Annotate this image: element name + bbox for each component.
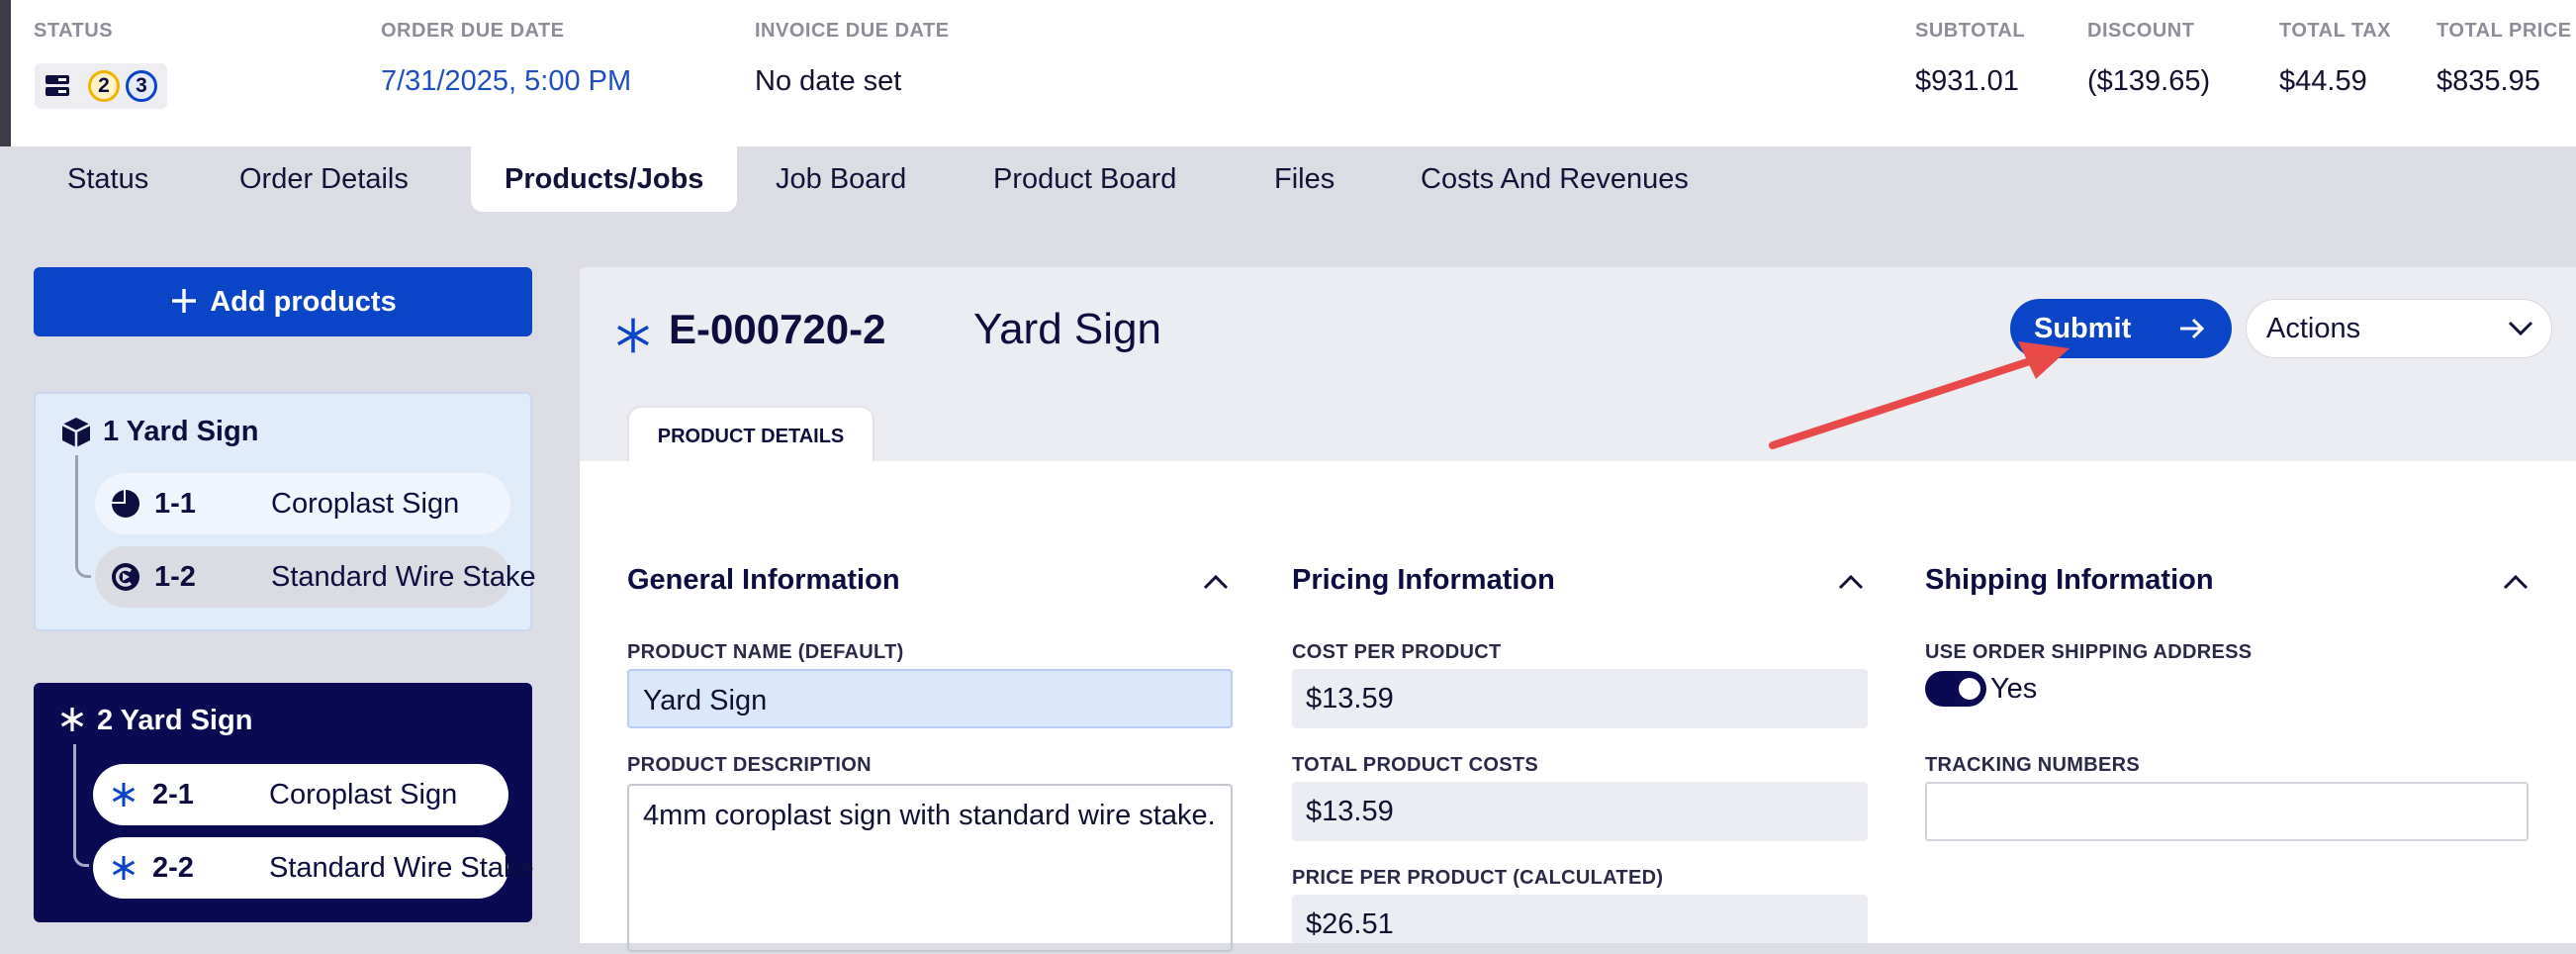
tracking-numbers-label: TRACKING NUMBERS <box>1925 754 2141 776</box>
tab-order-details[interactable]: Order Details <box>206 146 442 212</box>
shipping-information-heading: Shipping Information <box>1925 564 2214 596</box>
total-price-value: $835.95 <box>2437 65 2540 97</box>
price-per-product-field: $26.51 <box>1292 895 1868 943</box>
total-product-costs-label: TOTAL PRODUCT COSTS <box>1292 754 1539 776</box>
product-name: Yard Sign <box>973 305 1161 353</box>
job-number: 2-2 <box>152 852 194 884</box>
product-description-textarea[interactable]: 4mm coroplast sign with standard wire st… <box>627 784 1233 952</box>
tab-job-board[interactable]: Job Board <box>742 146 940 212</box>
toggle-value: Yes <box>1990 673 2038 705</box>
chevron-up-icon[interactable] <box>1838 574 1864 590</box>
status-stack-icon <box>46 75 69 96</box>
arrow-right-icon <box>2180 318 2205 339</box>
status-label: STATUS <box>34 20 114 42</box>
total-tax-value: $44.59 <box>2279 65 2367 97</box>
price-per-product-label: PRICE PER PRODUCT (CALCULATED) <box>1292 867 1664 889</box>
tab-status[interactable]: Status <box>34 146 182 212</box>
tab-product-board[interactable]: Product Board <box>960 146 1210 212</box>
order-summary-header: STATUS 2 3 ORDER DUE DATE 7/31/2025, 5:0… <box>0 0 2576 146</box>
product-detail-panel: E-000720-2 Yard Sign Submit Actions PROD… <box>580 267 2576 952</box>
submit-label: Submit <box>2034 312 2132 344</box>
product-name-label: PRODUCT NAME (DEFAULT) <box>627 641 904 663</box>
circular-arrow-icon <box>112 563 139 591</box>
chevron-up-icon[interactable] <box>1203 574 1229 590</box>
cost-per-product-field: $13.59 <box>1292 669 1868 728</box>
subtotal-value: $931.01 <box>1915 65 2019 97</box>
box-icon <box>61 418 91 447</box>
tab-costs-and-revenues[interactable]: Costs And Revenues <box>1387 146 1722 212</box>
order-due-label: ORDER DUE DATE <box>381 20 565 42</box>
add-products-button[interactable]: Add products <box>34 267 532 336</box>
job-number: 1-1 <box>154 488 196 520</box>
discount-label: DISCOUNT <box>2087 20 2195 42</box>
chevron-up-icon[interactable] <box>2503 574 2529 590</box>
status-indicator[interactable]: 2 3 <box>35 63 167 109</box>
general-information-heading: General Information <box>627 564 900 596</box>
job-name: Standard Wire Stake <box>269 852 534 884</box>
tab-products-jobs[interactable]: Products/Jobs <box>471 146 738 212</box>
submit-button[interactable]: Submit <box>2010 299 2232 358</box>
product-description-label: PRODUCT DESCRIPTION <box>627 754 872 776</box>
actions-dropdown[interactable]: Actions <box>2246 299 2552 358</box>
product-code: E-000720-2 <box>669 306 886 352</box>
invoice-due-label: INVOICE DUE DATE <box>755 20 950 42</box>
asterisk-icon <box>617 318 649 353</box>
job-item-1-2[interactable]: 1-2 Standard Wire Stake <box>95 546 536 608</box>
job-number: 1-2 <box>154 561 196 593</box>
order-due-value[interactable]: 7/31/2025, 5:00 PM <box>381 65 631 98</box>
add-products-label: Add products <box>210 285 397 318</box>
job-item-1-1[interactable]: 1-1 Coroplast Sign <box>95 473 510 534</box>
use-order-shipping-toggle[interactable] <box>1925 671 1986 707</box>
job-name: Standard Wire Stake <box>271 561 536 593</box>
total-product-costs-field: $13.59 <box>1292 782 1868 841</box>
product-group-2[interactable]: 2 Yard Sign 2-1 Coroplast Sign 2-2 Stand… <box>34 683 534 922</box>
asterisk-icon <box>112 856 136 880</box>
total-price-label: TOTAL PRICE <box>2437 20 2572 42</box>
job-name: Coroplast Sign <box>269 779 458 811</box>
tab-product-details[interactable]: PRODUCT DETAILS <box>629 408 873 463</box>
order-tabs: Status Order Details Products/Jobs Job B… <box>0 146 2576 214</box>
chevron-down-icon <box>2508 321 2533 336</box>
asterisk-icon <box>60 708 84 731</box>
job-item-2-1[interactable]: 2-1 Coroplast Sign <box>93 764 508 825</box>
job-name: Coroplast Sign <box>271 488 460 520</box>
subtotal-label: SUBTOTAL <box>1915 20 2026 42</box>
cost-per-product-label: COST PER PRODUCT <box>1292 641 1502 663</box>
total-tax-label: TOTAL TAX <box>2279 20 2392 42</box>
product-group-1[interactable]: 1 Yard Sign 1-1 Coroplast Sign 1-2 Stand… <box>34 392 536 631</box>
product-name-input[interactable]: Yard Sign <box>627 669 1233 728</box>
status-badge-3: 3 <box>126 70 157 102</box>
pricing-information-heading: Pricing Information <box>1292 564 1555 596</box>
tree-connector <box>75 455 91 578</box>
status-badge-2: 2 <box>88 70 120 102</box>
job-number: 2-1 <box>152 779 194 811</box>
pie-status-icon <box>112 490 139 518</box>
job-item-2-2[interactable]: 2-2 Standard Wire Stake <box>93 837 534 899</box>
asterisk-icon <box>112 783 136 807</box>
tab-files[interactable]: Files <box>1241 146 1368 212</box>
plus-icon <box>172 288 197 313</box>
tree-connector <box>73 744 89 867</box>
actions-label: Actions <box>2266 313 2361 344</box>
tracking-numbers-input[interactable] <box>1925 782 2529 841</box>
discount-value: ($139.65) <box>2087 65 2211 97</box>
invoice-due-value: No date set <box>755 65 902 97</box>
